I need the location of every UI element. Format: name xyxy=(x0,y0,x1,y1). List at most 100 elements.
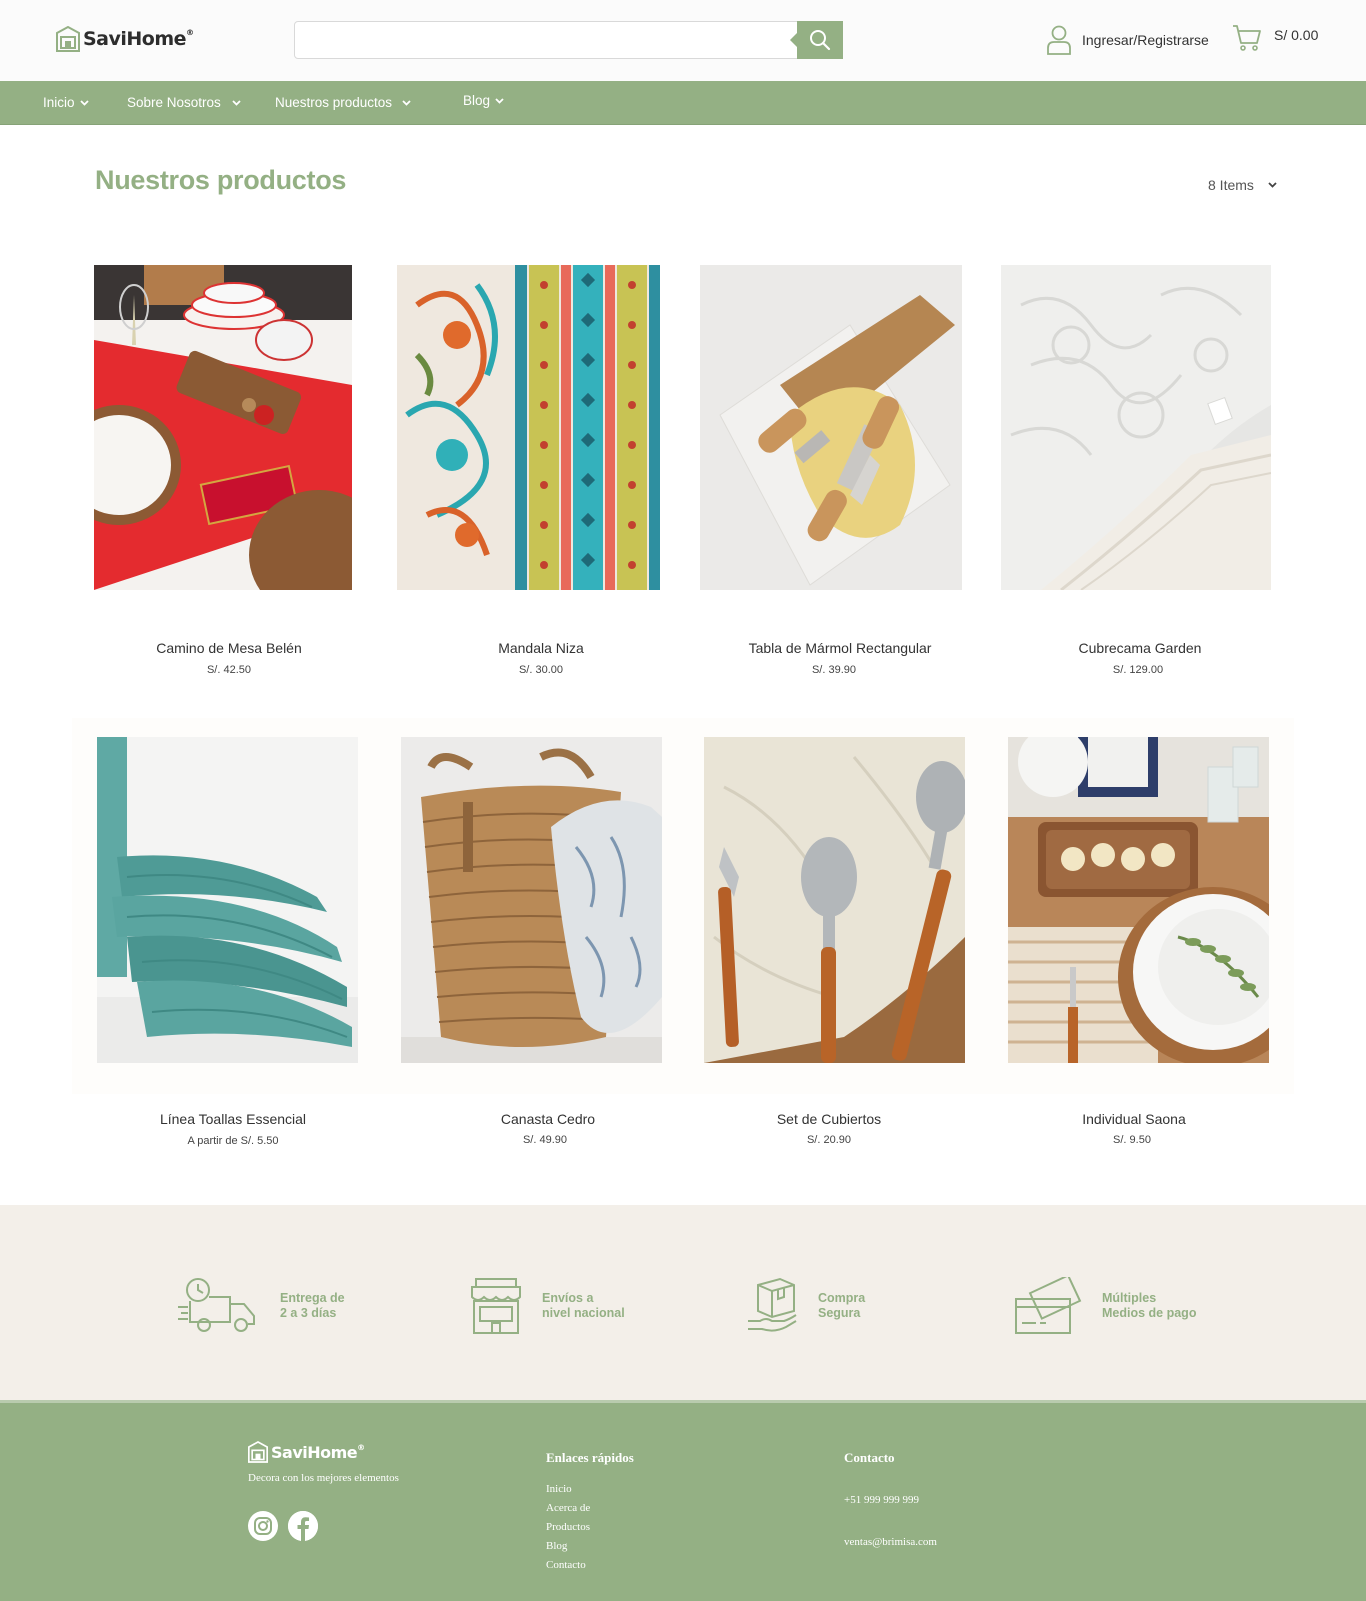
instagram-icon xyxy=(254,1517,272,1535)
benefit-label: Múltiples Medios de pago xyxy=(1102,1291,1196,1321)
footer-logo[interactable]: SaviHome® xyxy=(248,1441,365,1463)
product-photo xyxy=(1001,265,1271,590)
product-price: S/. 30.00 xyxy=(518,664,564,676)
items-per-page-select[interactable]: 8 Items xyxy=(1208,177,1277,193)
product-image-set-de-cubiertos[interactable] xyxy=(704,737,965,1063)
search-input[interactable] xyxy=(294,21,799,59)
product-image-tabla-de-marmol[interactable] xyxy=(700,265,962,590)
benefit-label: Compra Segura xyxy=(818,1291,865,1321)
product-image-individual-saona[interactable] xyxy=(1008,737,1269,1063)
benefit-label: Envíos a nivel nacional xyxy=(542,1291,625,1321)
benefit-line: Medios de pago xyxy=(1102,1306,1197,1320)
chevron-down-icon xyxy=(232,99,241,106)
delivery-truck-icon xyxy=(178,1278,255,1332)
product-name[interactable]: Línea Toallas Essencial xyxy=(83,1111,383,1127)
footer-link-acerca-de[interactable]: Acerca de xyxy=(546,1502,590,1514)
product-photo xyxy=(1008,737,1269,1063)
chevron-down-icon xyxy=(79,99,89,106)
cart-total: S/ 0.00 xyxy=(1274,27,1319,43)
product-image-camino-de-mesa[interactable] xyxy=(94,265,352,590)
footer-link-contacto[interactable]: Contacto xyxy=(546,1559,586,1571)
product-photo xyxy=(97,737,358,1063)
product-image-toallas[interactable] xyxy=(97,737,358,1063)
account-link[interactable]: Ingresar/Registrarse xyxy=(1046,25,1209,55)
nav-item-blog[interactable]: Blog xyxy=(463,93,504,108)
footer-links-heading: Enlaces rápidos xyxy=(546,1450,634,1465)
footer-link-productos[interactable]: Productos xyxy=(546,1521,590,1533)
footer-email[interactable]: ventas@brimisa.com xyxy=(844,1536,937,1548)
benefit-line: Segura xyxy=(818,1306,861,1320)
benefit-line: Compra xyxy=(818,1291,866,1305)
footer-link-inicio[interactable]: Inicio xyxy=(546,1483,572,1495)
benefit-secure: Compra Segura xyxy=(746,1277,865,1335)
product-image-cubrecama-garden[interactable] xyxy=(1001,265,1271,590)
site-footer: SaviHome® Decora con los mejores element… xyxy=(0,1400,1366,1601)
footer-link-blog[interactable]: Blog xyxy=(546,1540,567,1552)
product-photo xyxy=(397,265,660,590)
benefit-line: Envíos a xyxy=(542,1291,594,1305)
chevron-down-icon xyxy=(402,99,411,106)
product-price: A partir de S/. 5.50 xyxy=(187,1135,279,1147)
nav-item-inicio[interactable]: Inicio xyxy=(43,95,89,110)
logo-mark-icon xyxy=(56,26,80,52)
secure-box-icon xyxy=(748,1277,797,1332)
site-header: SaviHome® Ingresar/Registrarse S/ 0.00 xyxy=(0,0,1366,81)
instagram-link[interactable] xyxy=(248,1511,278,1541)
facebook-icon xyxy=(288,1511,318,1541)
product-image-canasta-cedro[interactable] xyxy=(401,737,662,1063)
footer-contact-heading: Contacto xyxy=(844,1450,895,1465)
product-photo xyxy=(94,265,352,590)
nav-item-label: Inicio xyxy=(43,95,75,110)
items-select-value: 8 Items xyxy=(1208,177,1254,193)
user-icon xyxy=(1047,25,1071,55)
chevron-down-icon xyxy=(1268,182,1277,188)
benefit-delivery: Entrega de 2 a 3 días xyxy=(178,1277,345,1335)
cart-link[interactable]: S/ 0.00 xyxy=(1232,24,1318,52)
product-price: S/. 9.50 xyxy=(1113,1134,1151,1146)
product-name[interactable]: Set de Cubiertos xyxy=(679,1111,979,1127)
benefit-line: 2 a 3 días xyxy=(280,1306,337,1320)
product-image-mandala-niza[interactable] xyxy=(397,265,660,590)
nav-item-label: Nuestros productos xyxy=(275,95,393,110)
brand-logo[interactable]: SaviHome® xyxy=(56,26,194,52)
product-name[interactable]: Individual Saona xyxy=(984,1111,1284,1127)
logo-mark-icon xyxy=(248,1441,268,1463)
nav-item-label: Blog xyxy=(463,93,491,108)
footer-brand-name: SaviHome® xyxy=(271,1442,365,1462)
nav-item-label: Sobre Nosotros xyxy=(127,95,221,110)
footer-tagline: Decora con los mejores elementos xyxy=(248,1472,399,1484)
cart-icon xyxy=(1233,25,1261,51)
product-name[interactable]: Tabla de Mármol Rectangular xyxy=(690,640,990,656)
product-price: S/. 20.90 xyxy=(806,1134,852,1146)
benefit-line: Múltiples xyxy=(1102,1291,1157,1305)
benefit-line: Entrega de xyxy=(280,1291,345,1305)
benefit-shipping: Envíos a nivel nacional xyxy=(470,1277,625,1335)
brand-name: SaviHome® xyxy=(83,28,194,50)
credit-card-icon xyxy=(1015,1277,1082,1334)
footer-phone: +51 999 999 999 xyxy=(844,1494,919,1506)
product-price: S/. 39.90 xyxy=(811,664,857,676)
nav-item-nuestros-productos[interactable]: Nuestros productos xyxy=(275,95,411,110)
product-price: S/. 42.50 xyxy=(206,664,252,676)
search-button[interactable] xyxy=(790,21,843,59)
benefit-line: nivel nacional xyxy=(542,1306,625,1320)
product-name[interactable]: Mandala Niza xyxy=(391,640,691,656)
benefit-payment: Múltiples Medios de pago xyxy=(1014,1277,1196,1335)
product-name[interactable]: Cubrecama Garden xyxy=(990,640,1290,656)
main-nav: Inicio Sobre Nosotros Nuestros productos… xyxy=(0,81,1366,125)
product-photo xyxy=(401,737,662,1063)
store-icon xyxy=(471,1278,521,1334)
chevron-down-icon xyxy=(495,97,504,104)
product-name[interactable]: Camino de Mesa Belén xyxy=(79,640,379,656)
nav-item-sobre-nosotros[interactable]: Sobre Nosotros xyxy=(127,95,241,110)
facebook-link[interactable] xyxy=(288,1511,318,1541)
search-icon xyxy=(810,30,831,51)
product-name[interactable]: Canasta Cedro xyxy=(398,1111,698,1127)
product-photo xyxy=(704,737,965,1063)
benefit-label: Entrega de 2 a 3 días xyxy=(280,1291,345,1321)
product-price: S/. 49.90 xyxy=(522,1134,568,1146)
account-label: Ingresar/Registrarse xyxy=(1082,32,1209,48)
product-price: S/. 129.00 xyxy=(1112,664,1164,676)
benefits-band: Entrega de 2 a 3 días Envíos a nivel nac… xyxy=(0,1205,1366,1400)
search-bar xyxy=(294,21,843,59)
